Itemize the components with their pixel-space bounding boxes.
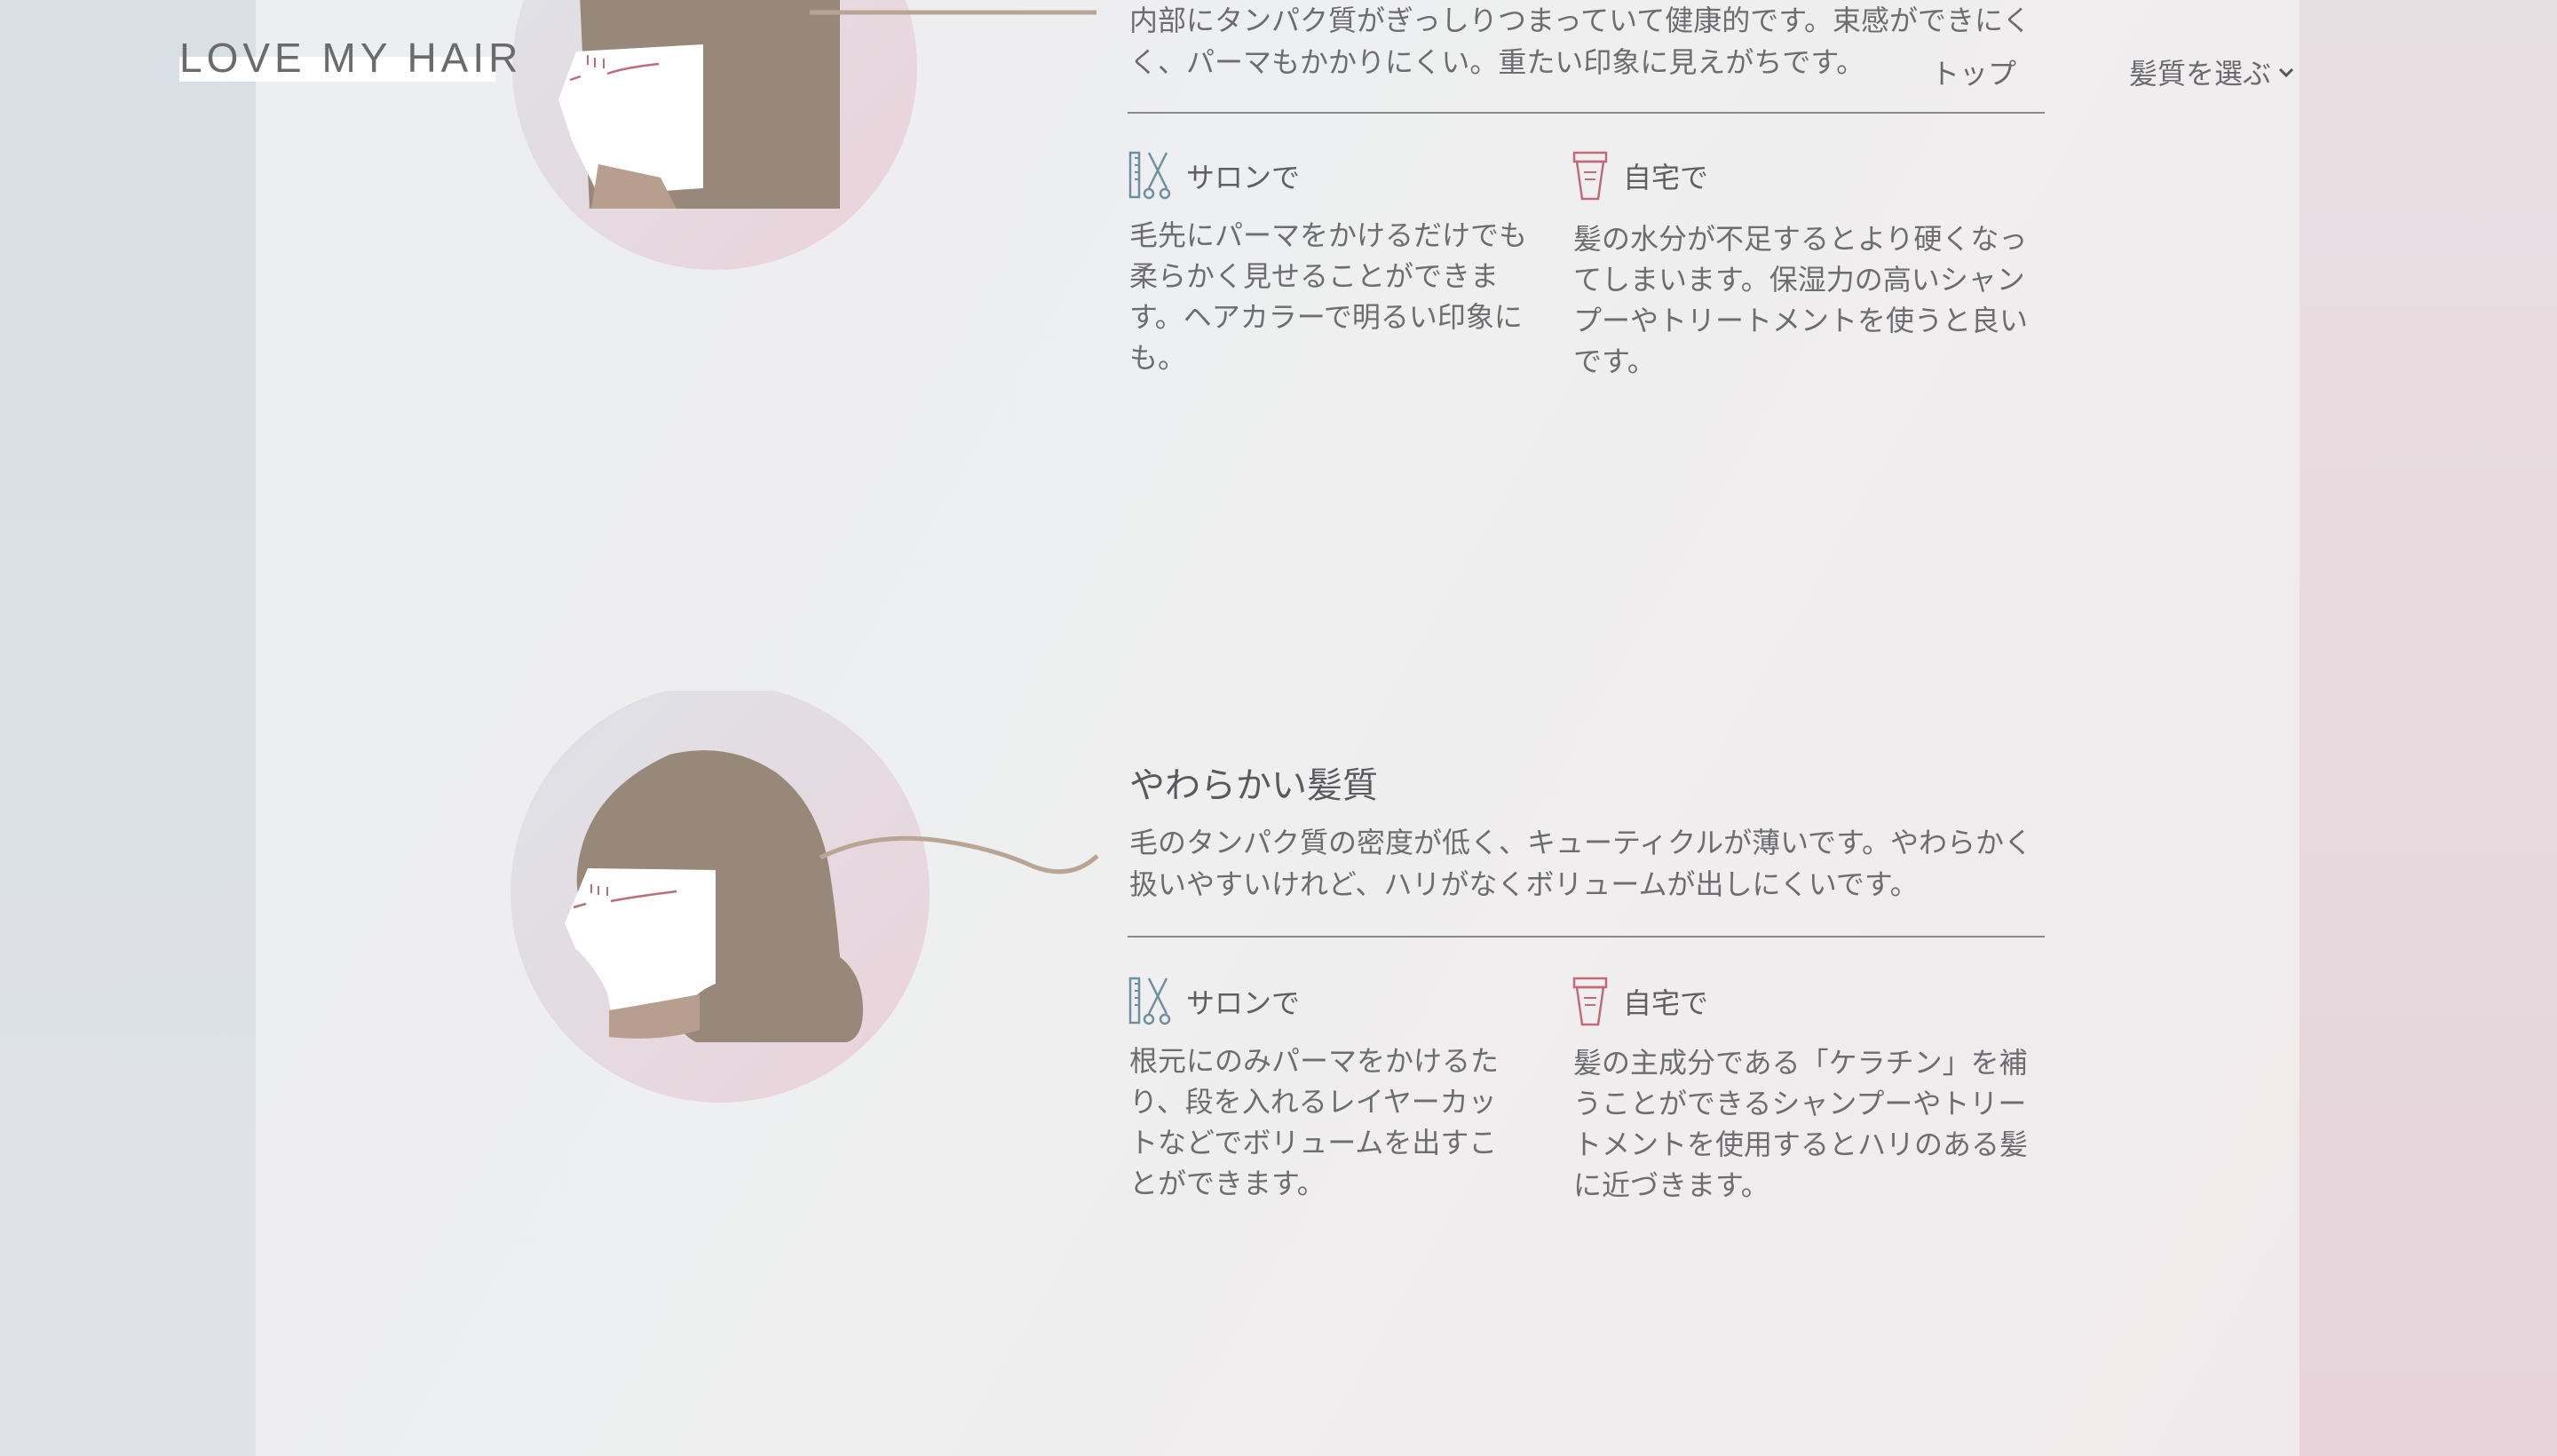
section1-salon-text: 毛先にパーマをかけるだけでも 柔らかく見せることができま す。ヘアカラーで明るい… — [1129, 218, 1528, 375]
section1-divider — [1128, 112, 2045, 114]
site-logo[interactable]: LOVE MY HAIR — [179, 34, 522, 82]
hard-hair-line-decoration — [810, 10, 1096, 15]
chevron-down-icon — [2278, 67, 2294, 78]
nav-hair-type-label: 髪質を選ぶ — [2129, 57, 2272, 91]
nav-top-link[interactable]: トップ — [1931, 51, 2016, 92]
section2-salon-text: 根元にのみパーマをかけるた り、段を入れるレイヤーカッ トなどでボリュームを出す… — [1129, 1044, 1500, 1200]
home-label: 自宅で — [1623, 161, 1709, 194]
shampoo-bottle-icon — [1572, 151, 1608, 201]
section1-home-text: 髪の水分が不足するとより硬くなっ てしまいます。保湿力の高いシャン プーやトリー… — [1573, 222, 2029, 378]
soft-hair-title: やわらかい髪質 — [1129, 765, 1378, 806]
section2-divider — [1128, 936, 2045, 938]
salon-label: サロンで — [1186, 986, 1301, 1020]
section2-description: 毛のタンパク質の密度が低く、キューティクルが薄いです。やわらかく 扱いやすいけれ… — [1129, 826, 2032, 901]
section1-home-heading: 自宅で — [1571, 149, 1708, 202]
hard-hair-avatar — [512, 0, 917, 270]
shampoo-bottle-icon — [1572, 977, 1608, 1026]
section2-home-heading: 自宅で — [1571, 975, 1708, 1028]
soft-hair-wave-decoration — [819, 835, 1099, 874]
nav-hair-type-dropdown[interactable]: 髪質を選ぶ — [2129, 51, 2296, 92]
section1-salon-heading: サロンで — [1128, 149, 1300, 202]
scissors-comb-icon — [1128, 977, 1171, 1025]
left-background-panel — [0, 0, 256, 1456]
salon-label: サロンで — [1186, 161, 1301, 194]
soft-hair-avatar — [511, 691, 930, 1103]
section2-home-text: 髪の主成分である「ケラチン」を補 うことができるシャンプーやトリー トメントを使… — [1573, 1046, 2029, 1202]
section2-salon-heading: サロンで — [1128, 975, 1300, 1028]
scissors-comb-icon — [1128, 151, 1171, 200]
right-background-panel — [2300, 0, 2557, 1456]
section1-description: 内部にタンパク質がぎっしりつまっていて健康的です。束感ができにく く、パーマもか… — [1129, 4, 2031, 79]
home-label: 自宅で — [1623, 986, 1709, 1020]
